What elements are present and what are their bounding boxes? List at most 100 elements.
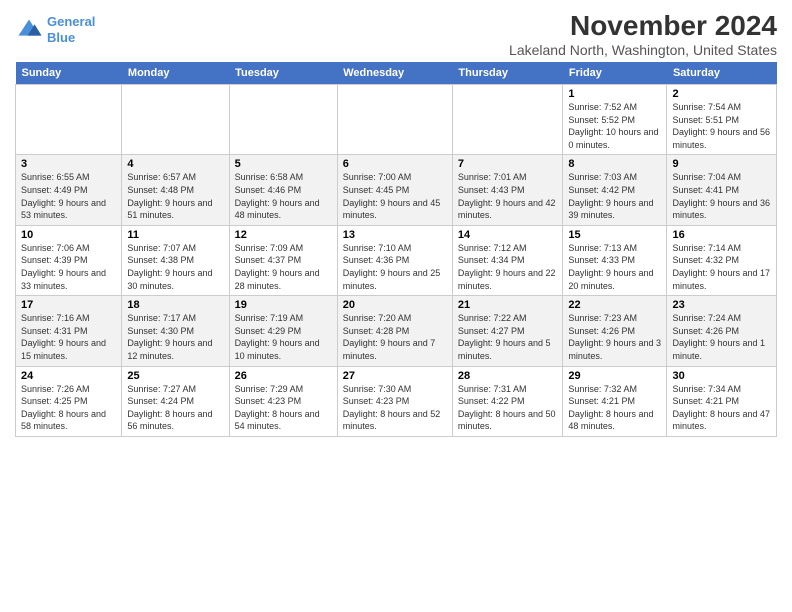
header: General Blue November 2024 Lakeland Nort… (15, 10, 777, 58)
calendar-cell: 4Sunrise: 6:57 AM Sunset: 4:48 PM Daylig… (122, 155, 229, 225)
day-info: Sunrise: 7:26 AM Sunset: 4:25 PM Dayligh… (21, 383, 116, 433)
calendar-cell: 22Sunrise: 7:23 AM Sunset: 4:26 PM Dayli… (563, 296, 667, 366)
calendar-cell: 8Sunrise: 7:03 AM Sunset: 4:42 PM Daylig… (563, 155, 667, 225)
day-info: Sunrise: 7:07 AM Sunset: 4:38 PM Dayligh… (127, 242, 223, 292)
calendar-cell: 25Sunrise: 7:27 AM Sunset: 4:24 PM Dayli… (122, 366, 229, 436)
calendar-cell (122, 85, 229, 155)
day-number: 5 (235, 158, 332, 170)
calendar-week-4: 17Sunrise: 7:16 AM Sunset: 4:31 PM Dayli… (16, 296, 777, 366)
day-number: 11 (127, 229, 223, 241)
calendar-cell: 29Sunrise: 7:32 AM Sunset: 4:21 PM Dayli… (563, 366, 667, 436)
calendar-cell: 15Sunrise: 7:13 AM Sunset: 4:33 PM Dayli… (563, 225, 667, 295)
day-info: Sunrise: 7:54 AM Sunset: 5:51 PM Dayligh… (672, 101, 771, 151)
logo-line1: General (47, 14, 95, 29)
day-info: Sunrise: 7:17 AM Sunset: 4:30 PM Dayligh… (127, 312, 223, 362)
day-info: Sunrise: 7:22 AM Sunset: 4:27 PM Dayligh… (458, 312, 557, 362)
calendar-table: SundayMondayTuesdayWednesdayThursdayFrid… (15, 62, 777, 437)
page-container: General Blue November 2024 Lakeland Nort… (0, 0, 792, 447)
day-number: 20 (343, 299, 447, 311)
day-number: 16 (672, 229, 771, 241)
day-number: 25 (127, 370, 223, 382)
day-number: 8 (568, 158, 661, 170)
calendar-cell: 26Sunrise: 7:29 AM Sunset: 4:23 PM Dayli… (229, 366, 337, 436)
calendar-cell: 7Sunrise: 7:01 AM Sunset: 4:43 PM Daylig… (452, 155, 562, 225)
calendar-cell (229, 85, 337, 155)
calendar-week-2: 3Sunrise: 6:55 AM Sunset: 4:49 PM Daylig… (16, 155, 777, 225)
calendar-cell: 14Sunrise: 7:12 AM Sunset: 4:34 PM Dayli… (452, 225, 562, 295)
day-number: 26 (235, 370, 332, 382)
calendar-cell: 11Sunrise: 7:07 AM Sunset: 4:38 PM Dayli… (122, 225, 229, 295)
calendar-cell: 20Sunrise: 7:20 AM Sunset: 4:28 PM Dayli… (337, 296, 452, 366)
day-info: Sunrise: 7:12 AM Sunset: 4:34 PM Dayligh… (458, 242, 557, 292)
calendar-week-3: 10Sunrise: 7:06 AM Sunset: 4:39 PM Dayli… (16, 225, 777, 295)
calendar-cell: 21Sunrise: 7:22 AM Sunset: 4:27 PM Dayli… (452, 296, 562, 366)
title-area: November 2024 Lakeland North, Washington… (509, 10, 777, 58)
day-info: Sunrise: 7:24 AM Sunset: 4:26 PM Dayligh… (672, 312, 771, 362)
day-info: Sunrise: 7:19 AM Sunset: 4:29 PM Dayligh… (235, 312, 332, 362)
day-number: 22 (568, 299, 661, 311)
calendar-cell: 17Sunrise: 7:16 AM Sunset: 4:31 PM Dayli… (16, 296, 122, 366)
day-number: 13 (343, 229, 447, 241)
calendar-cell: 5Sunrise: 6:58 AM Sunset: 4:46 PM Daylig… (229, 155, 337, 225)
calendar-cell: 16Sunrise: 7:14 AM Sunset: 4:32 PM Dayli… (667, 225, 777, 295)
day-info: Sunrise: 7:52 AM Sunset: 5:52 PM Dayligh… (568, 101, 661, 151)
day-number: 23 (672, 299, 771, 311)
day-info: Sunrise: 7:14 AM Sunset: 4:32 PM Dayligh… (672, 242, 771, 292)
calendar-week-5: 24Sunrise: 7:26 AM Sunset: 4:25 PM Dayli… (16, 366, 777, 436)
day-number: 3 (21, 158, 116, 170)
day-info: Sunrise: 7:09 AM Sunset: 4:37 PM Dayligh… (235, 242, 332, 292)
day-info: Sunrise: 6:55 AM Sunset: 4:49 PM Dayligh… (21, 171, 116, 221)
day-number: 7 (458, 158, 557, 170)
main-title: November 2024 (509, 10, 777, 42)
calendar-cell: 24Sunrise: 7:26 AM Sunset: 4:25 PM Dayli… (16, 366, 122, 436)
calendar-cell: 23Sunrise: 7:24 AM Sunset: 4:26 PM Dayli… (667, 296, 777, 366)
day-number: 6 (343, 158, 447, 170)
calendar-cell: 12Sunrise: 7:09 AM Sunset: 4:37 PM Dayli… (229, 225, 337, 295)
day-info: Sunrise: 7:01 AM Sunset: 4:43 PM Dayligh… (458, 171, 557, 221)
day-number: 1 (568, 88, 661, 100)
day-info: Sunrise: 7:03 AM Sunset: 4:42 PM Dayligh… (568, 171, 661, 221)
day-number: 19 (235, 299, 332, 311)
day-info: Sunrise: 7:27 AM Sunset: 4:24 PM Dayligh… (127, 383, 223, 433)
subtitle: Lakeland North, Washington, United State… (509, 42, 777, 58)
logo-text: General Blue (47, 14, 95, 45)
calendar-cell: 9Sunrise: 7:04 AM Sunset: 4:41 PM Daylig… (667, 155, 777, 225)
day-header-monday: Monday (122, 62, 229, 85)
day-number: 18 (127, 299, 223, 311)
day-info: Sunrise: 7:00 AM Sunset: 4:45 PM Dayligh… (343, 171, 447, 221)
day-number: 2 (672, 88, 771, 100)
day-number: 14 (458, 229, 557, 241)
day-number: 24 (21, 370, 116, 382)
day-info: Sunrise: 7:29 AM Sunset: 4:23 PM Dayligh… (235, 383, 332, 433)
day-number: 12 (235, 229, 332, 241)
day-header-thursday: Thursday (452, 62, 562, 85)
day-info: Sunrise: 7:23 AM Sunset: 4:26 PM Dayligh… (568, 312, 661, 362)
calendar-body: 1Sunrise: 7:52 AM Sunset: 5:52 PM Daylig… (16, 85, 777, 437)
day-info: Sunrise: 7:16 AM Sunset: 4:31 PM Dayligh… (21, 312, 116, 362)
calendar-header: SundayMondayTuesdayWednesdayThursdayFrid… (16, 62, 777, 85)
day-info: Sunrise: 7:34 AM Sunset: 4:21 PM Dayligh… (672, 383, 771, 433)
day-header-friday: Friday (563, 62, 667, 85)
day-number: 15 (568, 229, 661, 241)
day-number: 30 (672, 370, 771, 382)
header-row: SundayMondayTuesdayWednesdayThursdayFrid… (16, 62, 777, 85)
calendar-cell: 30Sunrise: 7:34 AM Sunset: 4:21 PM Dayli… (667, 366, 777, 436)
day-number: 29 (568, 370, 661, 382)
calendar-cell: 13Sunrise: 7:10 AM Sunset: 4:36 PM Dayli… (337, 225, 452, 295)
calendar-cell: 1Sunrise: 7:52 AM Sunset: 5:52 PM Daylig… (563, 85, 667, 155)
day-number: 17 (21, 299, 116, 311)
calendar-cell: 10Sunrise: 7:06 AM Sunset: 4:39 PM Dayli… (16, 225, 122, 295)
day-header-tuesday: Tuesday (229, 62, 337, 85)
day-info: Sunrise: 7:13 AM Sunset: 4:33 PM Dayligh… (568, 242, 661, 292)
calendar-cell: 18Sunrise: 7:17 AM Sunset: 4:30 PM Dayli… (122, 296, 229, 366)
day-info: Sunrise: 7:10 AM Sunset: 4:36 PM Dayligh… (343, 242, 447, 292)
day-info: Sunrise: 7:20 AM Sunset: 4:28 PM Dayligh… (343, 312, 447, 362)
day-header-wednesday: Wednesday (337, 62, 452, 85)
day-info: Sunrise: 7:04 AM Sunset: 4:41 PM Dayligh… (672, 171, 771, 221)
day-info: Sunrise: 6:58 AM Sunset: 4:46 PM Dayligh… (235, 171, 332, 221)
logo: General Blue (15, 14, 95, 45)
calendar-cell (452, 85, 562, 155)
calendar-cell (16, 85, 122, 155)
day-number: 4 (127, 158, 223, 170)
calendar-cell: 2Sunrise: 7:54 AM Sunset: 5:51 PM Daylig… (667, 85, 777, 155)
